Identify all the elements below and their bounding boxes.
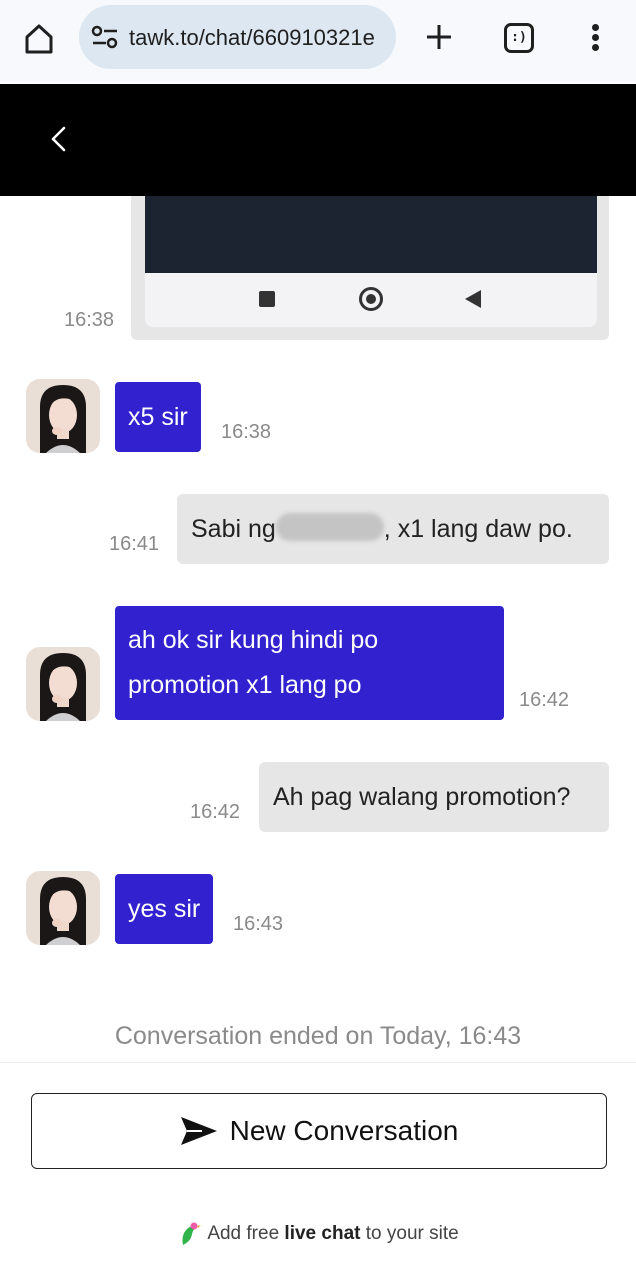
agent-avatar — [26, 871, 100, 945]
agent-message-bubble: ah ok sir kung hindi po promotion x1 lan… — [115, 606, 504, 720]
new-tab-icon[interactable] — [424, 22, 454, 52]
home-icon[interactable] — [22, 22, 56, 56]
back-arrow-icon[interactable] — [44, 124, 74, 154]
powered-by-link[interactable]: Add free live chat to your site — [0, 1221, 636, 1247]
message-time: 16:41 — [109, 533, 160, 555]
agent-message-bubble: x5 sir — [115, 382, 201, 452]
browser-toolbar: tawk.to/chat/660910321e :) — [0, 0, 636, 82]
image-attachment[interactable] — [145, 196, 597, 273]
message-time: 16:38 — [221, 421, 272, 443]
message-text: Sabi ng — [191, 515, 276, 543]
back-nav-icon — [465, 290, 481, 308]
more-menu-icon[interactable] — [586, 22, 606, 54]
chat-header — [0, 84, 636, 196]
recents-icon — [259, 291, 275, 307]
message-line: promotion x1 lang po — [128, 671, 362, 699]
message-time: 16:43 — [233, 913, 284, 935]
powered-prefix: Add free — [207, 1223, 280, 1245]
message-time: 16:42 — [190, 801, 241, 823]
send-icon — [180, 1117, 217, 1145]
address-bar[interactable]: tawk.to/chat/660910321e — [79, 5, 396, 69]
conversation-ended-status: Conversation ended on Today, 16:43 — [114, 1022, 522, 1050]
chat-footer: New Conversation Add free live chat to y… — [0, 1062, 636, 1280]
site-settings-icon[interactable] — [91, 25, 119, 49]
agent-avatar — [26, 379, 100, 453]
url-text[interactable]: tawk.to/chat/660910321e — [129, 25, 391, 51]
agent-message-bubble: yes sir — [115, 874, 214, 944]
new-conversation-button[interactable]: New Conversation — [31, 1093, 607, 1169]
message-time: 16:42 — [519, 689, 570, 711]
new-conversation-label: New Conversation — [229, 1115, 459, 1146]
tab-switcher-button[interactable]: :) — [504, 23, 534, 53]
home-nav-icon — [359, 287, 383, 311]
tawk-bird-icon — [182, 1222, 202, 1245]
message-time: 16:38 — [64, 309, 115, 331]
chat-messages[interactable]: 16:38 x5 sir 16:38 16:41 Sabi ng , x1 lan… — [0, 196, 636, 1061]
powered-bold: live chat — [284, 1223, 361, 1245]
redacted-name — [275, 513, 384, 542]
user-message-bubble: Sabi ng , x1 lang daw po. — [177, 494, 609, 564]
message-line: ah ok sir kung hindi po — [128, 626, 379, 654]
message-text: , x1 lang daw po. — [383, 515, 573, 543]
agent-avatar — [26, 647, 100, 721]
powered-suffix: to your site — [365, 1223, 459, 1245]
image-attachment-navbar — [145, 273, 597, 327]
user-message-bubble: Ah pag walang promotion? — [259, 762, 609, 832]
